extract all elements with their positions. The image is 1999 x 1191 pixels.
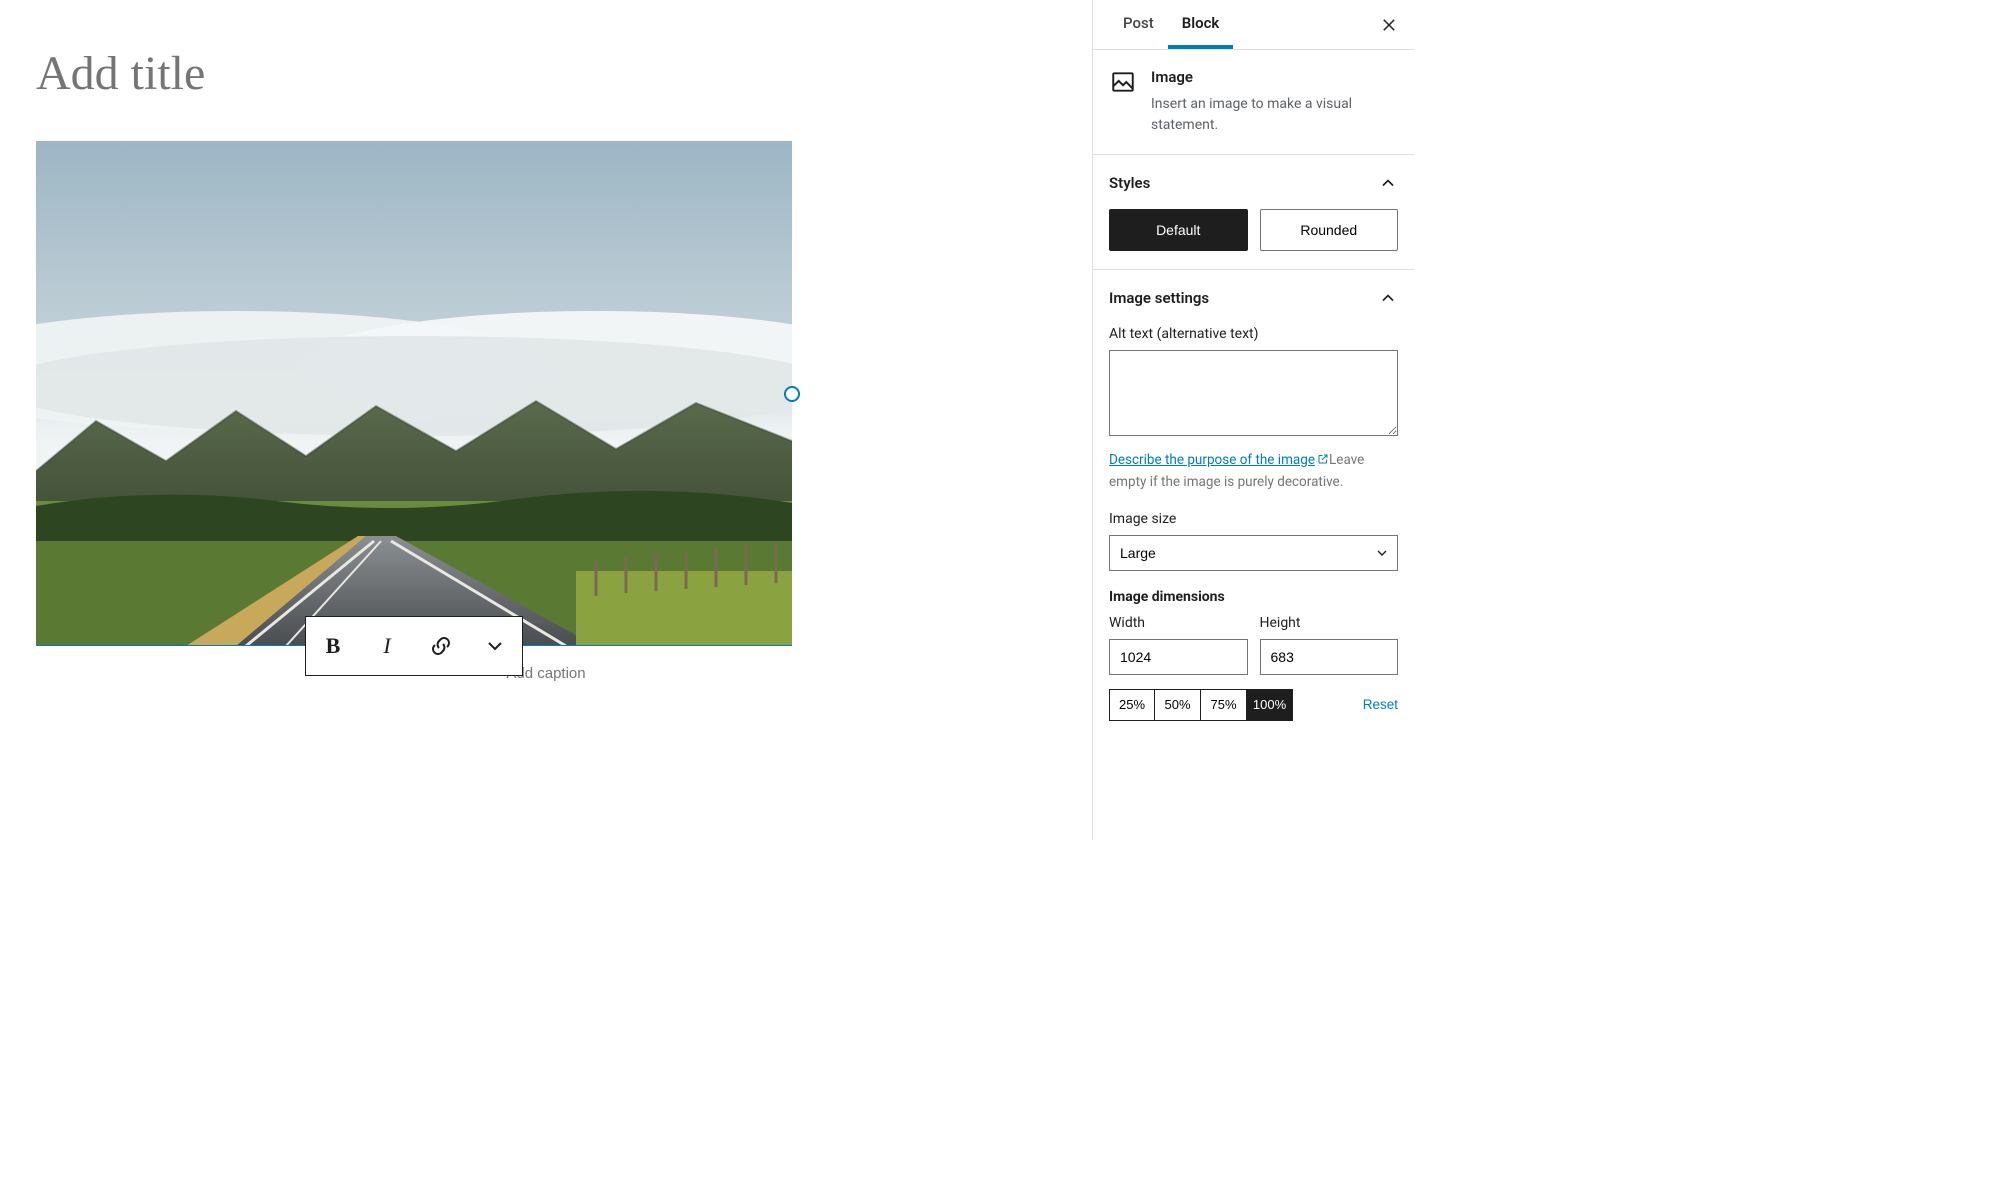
close-sidebar-button[interactable]	[1370, 6, 1408, 44]
image-size-select[interactable]: Large	[1109, 535, 1398, 571]
reset-dimensions-button[interactable]: Reset	[1363, 697, 1398, 712]
editor-canvas: B I	[0, 0, 1092, 840]
image-settings-heading: Image settings	[1109, 289, 1209, 307]
height-label: Height	[1260, 615, 1399, 631]
image-block-icon	[1109, 68, 1137, 96]
image-size-label: Image size	[1109, 511, 1398, 527]
image-block[interactable]: B I	[36, 141, 792, 646]
scale-75-button[interactable]: 75%	[1201, 689, 1247, 721]
italic-icon: I	[383, 633, 390, 659]
italic-button[interactable]: I	[360, 617, 414, 675]
alt-text-label: Alt text (alternative text)	[1109, 326, 1398, 342]
block-card-title: Image	[1151, 68, 1398, 86]
sidebar-tabs: Post Block	[1093, 0, 1414, 50]
caption-input[interactable]	[36, 665, 1056, 682]
alt-help-text: Describe the purpose of the imageLeave e…	[1109, 450, 1398, 493]
link-button[interactable]	[414, 617, 468, 675]
bold-icon: B	[326, 633, 341, 659]
styles-panel-toggle[interactable]: Styles	[1109, 173, 1398, 193]
tab-post[interactable]: Post	[1109, 0, 1168, 49]
resize-handle-east[interactable]	[784, 386, 800, 402]
chevron-up-icon	[1378, 288, 1398, 308]
scale-50-button[interactable]: 50%	[1155, 689, 1201, 721]
tab-block[interactable]: Block	[1168, 0, 1234, 49]
image-settings-panel-toggle[interactable]: Image settings	[1109, 288, 1398, 308]
scale-100-button[interactable]: 100%	[1247, 689, 1293, 721]
height-input[interactable]	[1260, 639, 1399, 675]
image-caption	[36, 664, 1056, 682]
bold-button[interactable]: B	[306, 617, 360, 675]
more-formatting-button[interactable]	[468, 617, 522, 675]
alt-help-link[interactable]: Describe the purpose of the image	[1109, 452, 1329, 468]
image-content	[36, 141, 792, 646]
chevron-down-icon	[483, 634, 507, 658]
scale-25-button[interactable]: 25%	[1109, 689, 1155, 721]
alt-text-input[interactable]	[1109, 350, 1398, 436]
post-title-input[interactable]	[36, 46, 1056, 101]
external-link-icon	[1317, 451, 1329, 472]
image-frame[interactable]	[36, 141, 792, 646]
width-input[interactable]	[1109, 639, 1248, 675]
image-settings-panel: Image settings Alt text (alternative tex…	[1093, 270, 1414, 739]
link-icon	[429, 634, 453, 658]
styles-heading: Styles	[1109, 174, 1150, 192]
styles-panel: Styles Default Rounded	[1093, 155, 1414, 270]
caption-format-toolbar: B I	[305, 616, 523, 676]
settings-sidebar: Post Block Image Insert an image to make…	[1092, 0, 1414, 840]
app-root: B I Post Block	[0, 0, 1414, 840]
image-dimensions-heading: Image dimensions	[1109, 589, 1398, 605]
width-label: Width	[1109, 615, 1248, 631]
style-default-button[interactable]: Default	[1109, 209, 1248, 251]
close-icon	[1380, 16, 1398, 34]
scale-button-group: 25% 50% 75% 100%	[1109, 689, 1293, 721]
block-card-description: Insert an image to make a visual stateme…	[1151, 94, 1398, 136]
chevron-up-icon	[1378, 173, 1398, 193]
block-card: Image Insert an image to make a visual s…	[1093, 50, 1414, 155]
style-rounded-button[interactable]: Rounded	[1260, 209, 1399, 251]
